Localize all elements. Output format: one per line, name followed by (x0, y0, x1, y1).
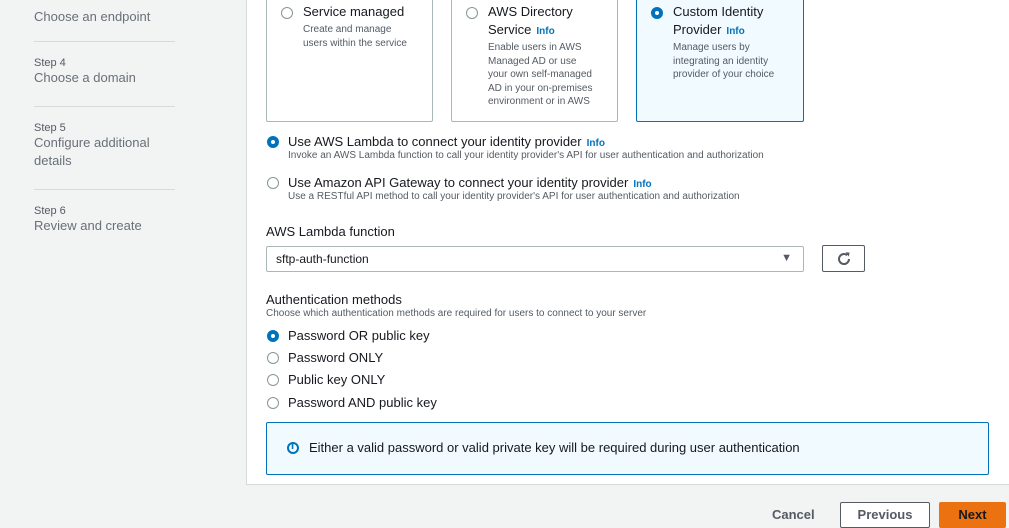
step-4-title: Choose a domain (34, 70, 136, 85)
radio-password-or-key[interactable] (267, 330, 279, 342)
option-label: Use Amazon API Gateway to connect your i… (288, 175, 652, 190)
option-description: Use a RESTful API method to call your id… (288, 191, 740, 202)
option-label: Password ONLY (288, 350, 384, 365)
radio-use-aws-lambda[interactable] (267, 136, 279, 148)
radio-password-and-key[interactable] (267, 397, 279, 409)
info-link[interactable]: Info (633, 179, 651, 190)
step-divider (34, 189, 175, 190)
option-label: Use AWS Lambda to connect your identity … (288, 134, 605, 149)
refresh-icon (838, 252, 851, 265)
radio-public-key-only[interactable] (267, 374, 279, 386)
idp-card-custom-identity-provider[interactable]: Custom Identity Provider Info Manage users… (636, 0, 804, 122)
card-title: Custom Identity Provider Info (673, 4, 764, 37)
info-circle-icon (287, 442, 299, 454)
next-button[interactable]: Next (939, 502, 1006, 528)
card-desc-line: your own self-managed (488, 69, 592, 80)
info-alert: Either a valid password or valid private… (266, 422, 989, 475)
card-title: Service managed (303, 4, 405, 19)
card-desc-line: users within the service (303, 37, 407, 49)
info-link[interactable]: Info (587, 138, 605, 149)
option-description: Invoke an AWS Lambda function to call yo… (288, 150, 764, 161)
cancel-button[interactable]: Cancel (772, 507, 815, 522)
wizard-steps-nav: Choose an endpoint Step 4 Choose a domai… (0, 0, 246, 524)
card-title: AWS Directory Service Info (488, 4, 573, 37)
previous-button[interactable]: Previous (840, 502, 930, 528)
lambda-function-select[interactable]: sftp-auth-function ▼ (266, 246, 804, 272)
card-desc-line: AD in your on-premises (488, 82, 593, 94)
refresh-button[interactable] (822, 245, 865, 272)
step-divider (34, 106, 175, 107)
info-link[interactable]: Info (536, 26, 554, 37)
step-6-title: Review and create (34, 218, 142, 233)
radio-service-managed[interactable] (281, 7, 293, 19)
caret-down-icon: ▼ (781, 252, 792, 264)
option-label-text: Use AWS Lambda to connect your identity … (288, 134, 582, 149)
info-link[interactable]: Info (726, 26, 744, 37)
radio-custom-identity-provider[interactable] (651, 7, 663, 19)
card-desc-line: Create and manage (303, 24, 392, 35)
auth-methods-description: Choose which authentication methods are … (266, 308, 647, 319)
step-3-title: Choose an endpoint (34, 9, 151, 24)
card-description: Enable users in AWS Managed AD or use yo… (488, 41, 592, 109)
radio-password-only[interactable] (267, 352, 279, 364)
step-5-number: Step 5 (34, 122, 66, 134)
card-description: Create and manage users within the servi… (303, 23, 407, 50)
step-6[interactable]: Step 6 Review and create (34, 205, 184, 235)
step-6-number: Step 6 (34, 205, 66, 217)
step-3[interactable]: Choose an endpoint (34, 8, 184, 26)
card-desc-line: environment or in AWS (488, 96, 590, 107)
idp-card-service-managed[interactable]: Service managed Create and manage users … (266, 0, 433, 122)
radio-aws-directory-service[interactable] (466, 7, 478, 19)
option-label: Password OR public key (288, 328, 430, 343)
configure-identity-provider-panel: Service managed Create and manage users … (246, 0, 1009, 485)
auth-methods-label: Authentication methods (266, 292, 402, 307)
step-4[interactable]: Step 4 Choose a domain (34, 57, 184, 87)
step-4-number: Step 4 (34, 57, 66, 69)
alert-text: Either a valid password or valid private… (309, 440, 800, 455)
radio-use-api-gateway[interactable] (267, 177, 279, 189)
lambda-function-label: AWS Lambda function (266, 224, 395, 239)
card-desc-line: Managed AD or use (488, 55, 577, 67)
idp-card-aws-directory-service[interactable]: AWS Directory Service Info Enable users in… (451, 0, 618, 122)
card-description: Manage users by integrating an identity … (673, 41, 774, 82)
step-5[interactable]: Step 5 Configure additional details (34, 122, 184, 170)
card-desc-line: Enable users in AWS (488, 42, 582, 53)
lambda-function-value: sftp-auth-function (276, 252, 369, 266)
card-desc-line: provider of your choice (673, 69, 775, 80)
card-desc-line: integrating an identity (673, 55, 769, 67)
option-label-text: Use Amazon API Gateway to connect your i… (288, 175, 629, 190)
step-divider (34, 41, 175, 42)
step-5-title: Configure additional details (34, 135, 150, 168)
option-label: Password AND public key (288, 395, 437, 410)
card-desc-line: Manage users by (673, 42, 750, 53)
option-label: Public key ONLY (288, 372, 386, 387)
